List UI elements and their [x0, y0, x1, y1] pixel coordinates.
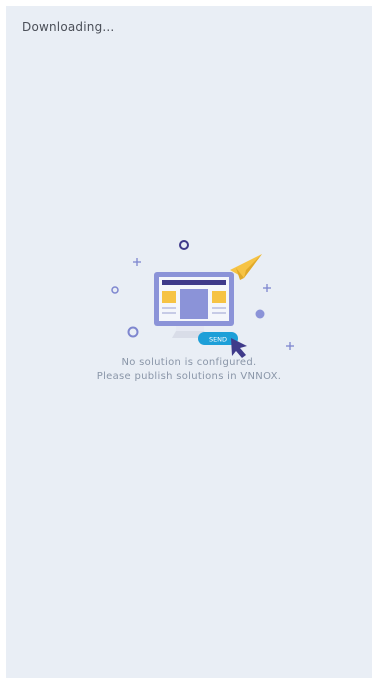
decor-ring-bottom-left	[127, 326, 139, 338]
decor-plus-left	[133, 258, 141, 266]
empty-state-illustration: SEND	[111, 240, 294, 358]
send-badge-label: SEND	[209, 336, 227, 344]
empty-message-line2: Please publish solutions in VNNOX.	[96, 371, 282, 382]
empty-state: SEND No solution is configured. Please p…	[6, 234, 372, 394]
empty-message-line1: No solution is configured.	[121, 357, 257, 368]
empty-state-message: No solution is configured. Please publis…	[6, 356, 372, 384]
cursor-icon	[231, 338, 247, 358]
app-container: Downloading... SEND No solution is confi…	[6, 6, 372, 678]
download-status-text: Downloading...	[22, 20, 115, 34]
decor-ring-left	[111, 286, 119, 294]
decor-plus-right	[263, 284, 271, 292]
decor-dot-right	[255, 309, 265, 319]
paper-plane-icon	[230, 254, 262, 280]
decor-plus-bottom-right	[286, 342, 294, 350]
monitor-icon	[154, 272, 234, 338]
decor-ring-top	[179, 240, 189, 250]
